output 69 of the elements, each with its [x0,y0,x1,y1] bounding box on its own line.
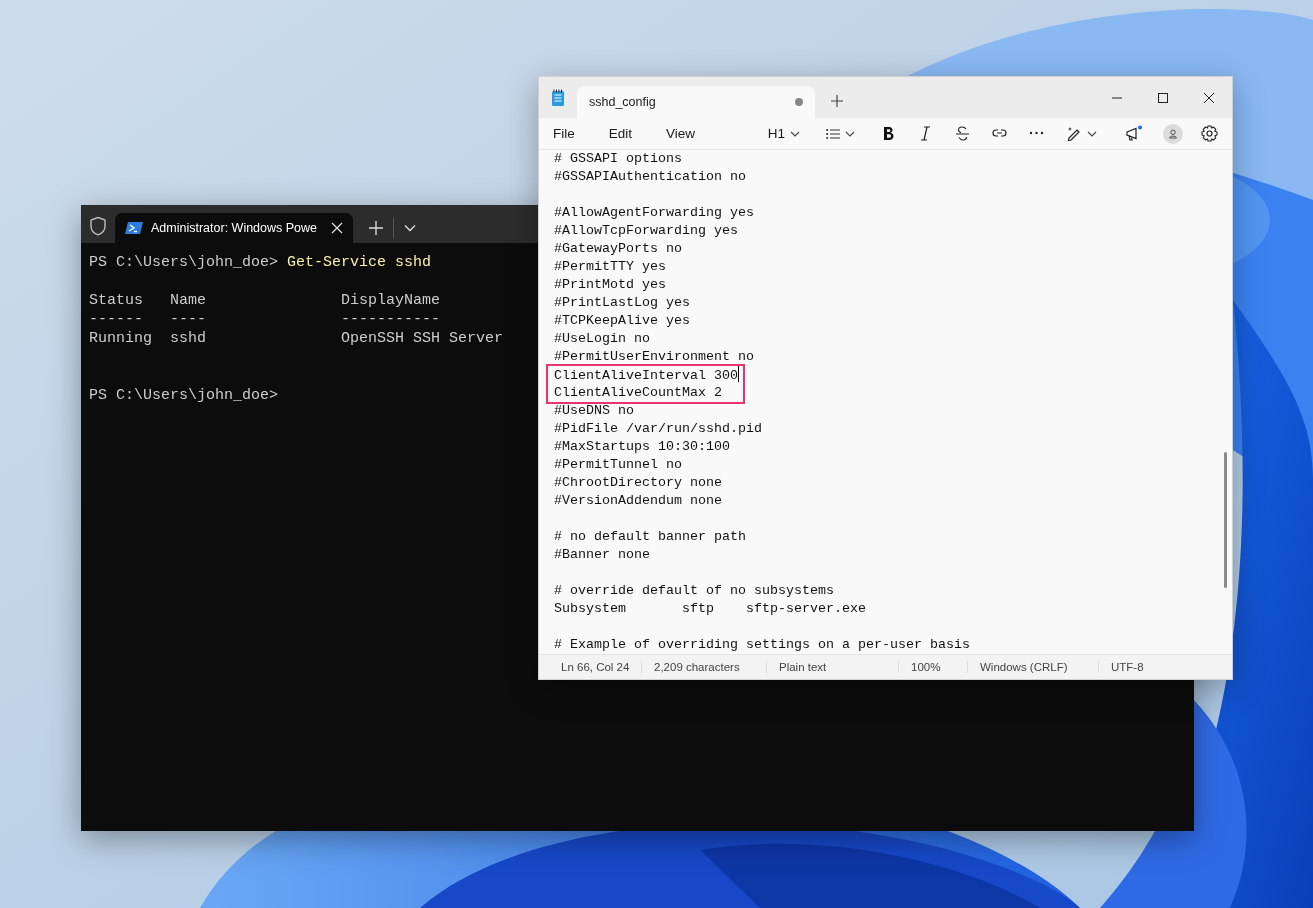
status-text: Plain text [779,661,827,673]
megaphone-icon[interactable] [1125,125,1143,142]
menu-item[interactable]: Edit [600,122,641,145]
status-text: Windows (CRLF) [980,661,1068,673]
close-icon[interactable] [1204,92,1214,103]
italic-icon[interactable] [918,126,933,141]
avatar-icon[interactable] [1163,123,1183,144]
tab-title: sshd_config [589,95,657,109]
chevron-down-icon [790,130,800,137]
code-line: # override default of no subsystems [554,583,834,598]
code-line: #UseDNS no [554,403,634,418]
code-line: #PrintMotd yes [554,277,666,292]
status-text: 2,209 characters [654,661,740,673]
header-rule: ---- [170,310,207,329]
status-text: Ln 66, Col 24 [561,661,630,673]
plus-icon[interactable] [831,94,843,107]
prompt-text: PS C:\Users\john_doe> [89,253,279,272]
table-cell-text: sshd [170,329,207,348]
code-line: ClientAliveInterval 300 [554,368,738,383]
menu-item[interactable]: File [545,122,583,145]
list-icon [826,127,840,140]
code-line: #AllowAgentForwarding yes [554,205,754,220]
code-line: #GatewayPorts no [554,241,682,256]
code-line: #ChrootDirectory none [554,475,722,490]
code-line: # GSSAPI options [554,151,682,166]
column-header: Name [170,291,207,310]
column-header: Status [89,291,144,310]
pen-sparkle-icon[interactable] [1066,125,1082,142]
code-line: #AllowTcpForwarding yes [554,223,738,238]
code-line: #PermitUserEnvironment no [554,349,754,364]
terminal-tab[interactable]: Administrator: Windows Powe [115,213,353,243]
code-line: #PidFile /var/run/sshd.pid [554,421,762,436]
status-text: 100% [911,661,941,673]
header-rule: ------ [89,310,144,329]
maximize-icon[interactable] [1158,92,1168,103]
tab-title: Administrator: Windows Powe [151,221,319,235]
settings-icon[interactable] [1201,125,1218,142]
code-line: #PrintLastLog yes [554,295,690,310]
code-line: #UseLogin no [554,331,650,346]
code-line: #GSSAPIAuthentication no [554,169,746,184]
scrollbar-thumb[interactable] [1224,452,1227,588]
command-text: Get-Service sshd [287,253,432,272]
document-tab[interactable]: sshd_config [577,86,815,118]
menu-item[interactable]: View [658,122,704,145]
powershell-icon [125,221,143,235]
code-line: # no default banner path [554,529,746,544]
code-line: Subsystem sftp sftp-server.exe [554,601,866,616]
code-line: #PermitTTY yes [554,259,666,274]
heading-dropdown[interactable]: H1 [761,122,806,145]
table-cell: OpenSSH SSH Server [341,329,504,348]
code-line: #PermitTunnel no [554,457,682,472]
code-line: #TCPKeepAlive yes [554,313,690,328]
prompt-text: PS C:\Users\john_doe> [89,386,279,405]
code-line: #MaxStartups 10:30:100 [554,439,730,454]
table-cell-text: Running [89,329,153,348]
status-text: UTF-8 [1111,661,1144,673]
code-line: #VersionAddendum none [554,493,722,508]
shield-icon [89,216,107,236]
code-line: #Banner none [554,547,650,562]
chevron-down-icon [1087,130,1097,137]
chevron-down-icon[interactable] [404,224,416,232]
code-line: # Example of overriding settings on a per-user basis [554,637,970,652]
notepad-icon [551,88,565,107]
bold-icon[interactable] [881,126,896,141]
code-line: ClientAliveCountMax 2 [554,385,722,400]
column-header: DisplayName [341,291,442,310]
strikethrough-icon[interactable] [955,126,970,141]
chevron-down-icon [845,130,855,137]
header-rule: ----------- [341,310,442,329]
